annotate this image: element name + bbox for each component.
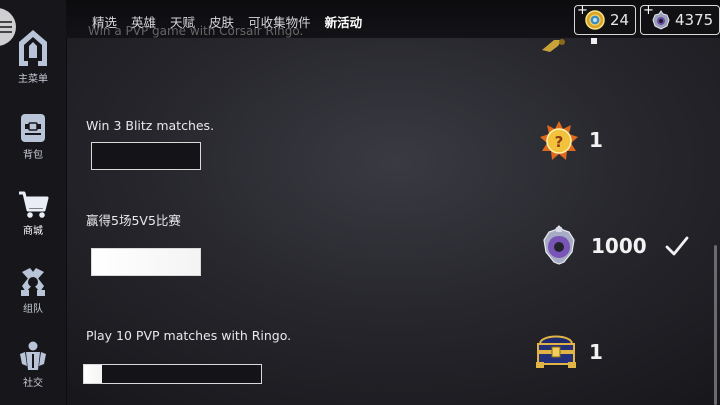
reward-amount: 1 [589, 340, 603, 364]
sidebar-item-label: 组队 [23, 304, 43, 315]
sidebar-item-label: 背包 [23, 150, 43, 161]
mission-progress-fill [84, 365, 102, 383]
home-icon [19, 30, 47, 66]
sidebar-item-label: 社交 [23, 378, 43, 389]
cart-icon [19, 191, 49, 218]
gold-amount: 24 [610, 11, 630, 29]
scrollbar[interactable] [714, 245, 717, 405]
mission-progress-bar [91, 248, 201, 276]
mission-progress-bar [83, 364, 262, 384]
sidebar-item-main-menu[interactable]: 主菜单 [0, 28, 66, 85]
reward-partial-mark [591, 38, 597, 44]
mystery-orb-icon: ? [540, 121, 578, 160]
sidebar-item-team[interactable]: 组队 [0, 266, 66, 315]
silver-token-icon [543, 225, 575, 265]
add-gold-icon: + [577, 3, 588, 18]
sidebar-item-backpack[interactable]: 背包 [0, 112, 66, 161]
checkmark-icon [665, 236, 689, 256]
sidebar-item-label: 主菜单 [18, 74, 48, 85]
gold-currency-button[interactable]: + 24 [574, 3, 636, 35]
tab-new-events[interactable]: 新活动 [325, 15, 363, 30]
mission-title: Win 3 Blitz matches. [86, 118, 215, 133]
team-icon [21, 268, 45, 296]
sidebar: 主菜单 背包 商城 组队 社交 [0, 0, 67, 405]
reward-amount: 1000 [591, 234, 647, 258]
treasure-chest-icon [536, 335, 576, 368]
silver-currency-button[interactable]: + 4375 [640, 3, 720, 35]
mission-title: 赢得5场5V5比赛 [86, 213, 181, 228]
reward-amount: 1 [589, 128, 603, 152]
social-icon [20, 341, 46, 370]
mission-progress-fill [92, 249, 200, 275]
svg-text:?: ? [555, 133, 564, 151]
mission-progress-bar [91, 142, 201, 170]
backpack-icon [21, 114, 45, 142]
key-icon [542, 39, 565, 52]
add-silver-icon: + [643, 3, 654, 18]
mission-title-partial: Win a PVP game with Corsair Ringo. [88, 24, 304, 38]
mission-title: Play 10 PVP matches with Ringo. [86, 328, 292, 343]
silver-amount: 4375 [675, 11, 714, 29]
sidebar-item-label: 商城 [23, 226, 43, 237]
sidebar-item-social[interactable]: 社交 [0, 340, 66, 389]
sidebar-item-shop[interactable]: 商城 [0, 190, 66, 237]
